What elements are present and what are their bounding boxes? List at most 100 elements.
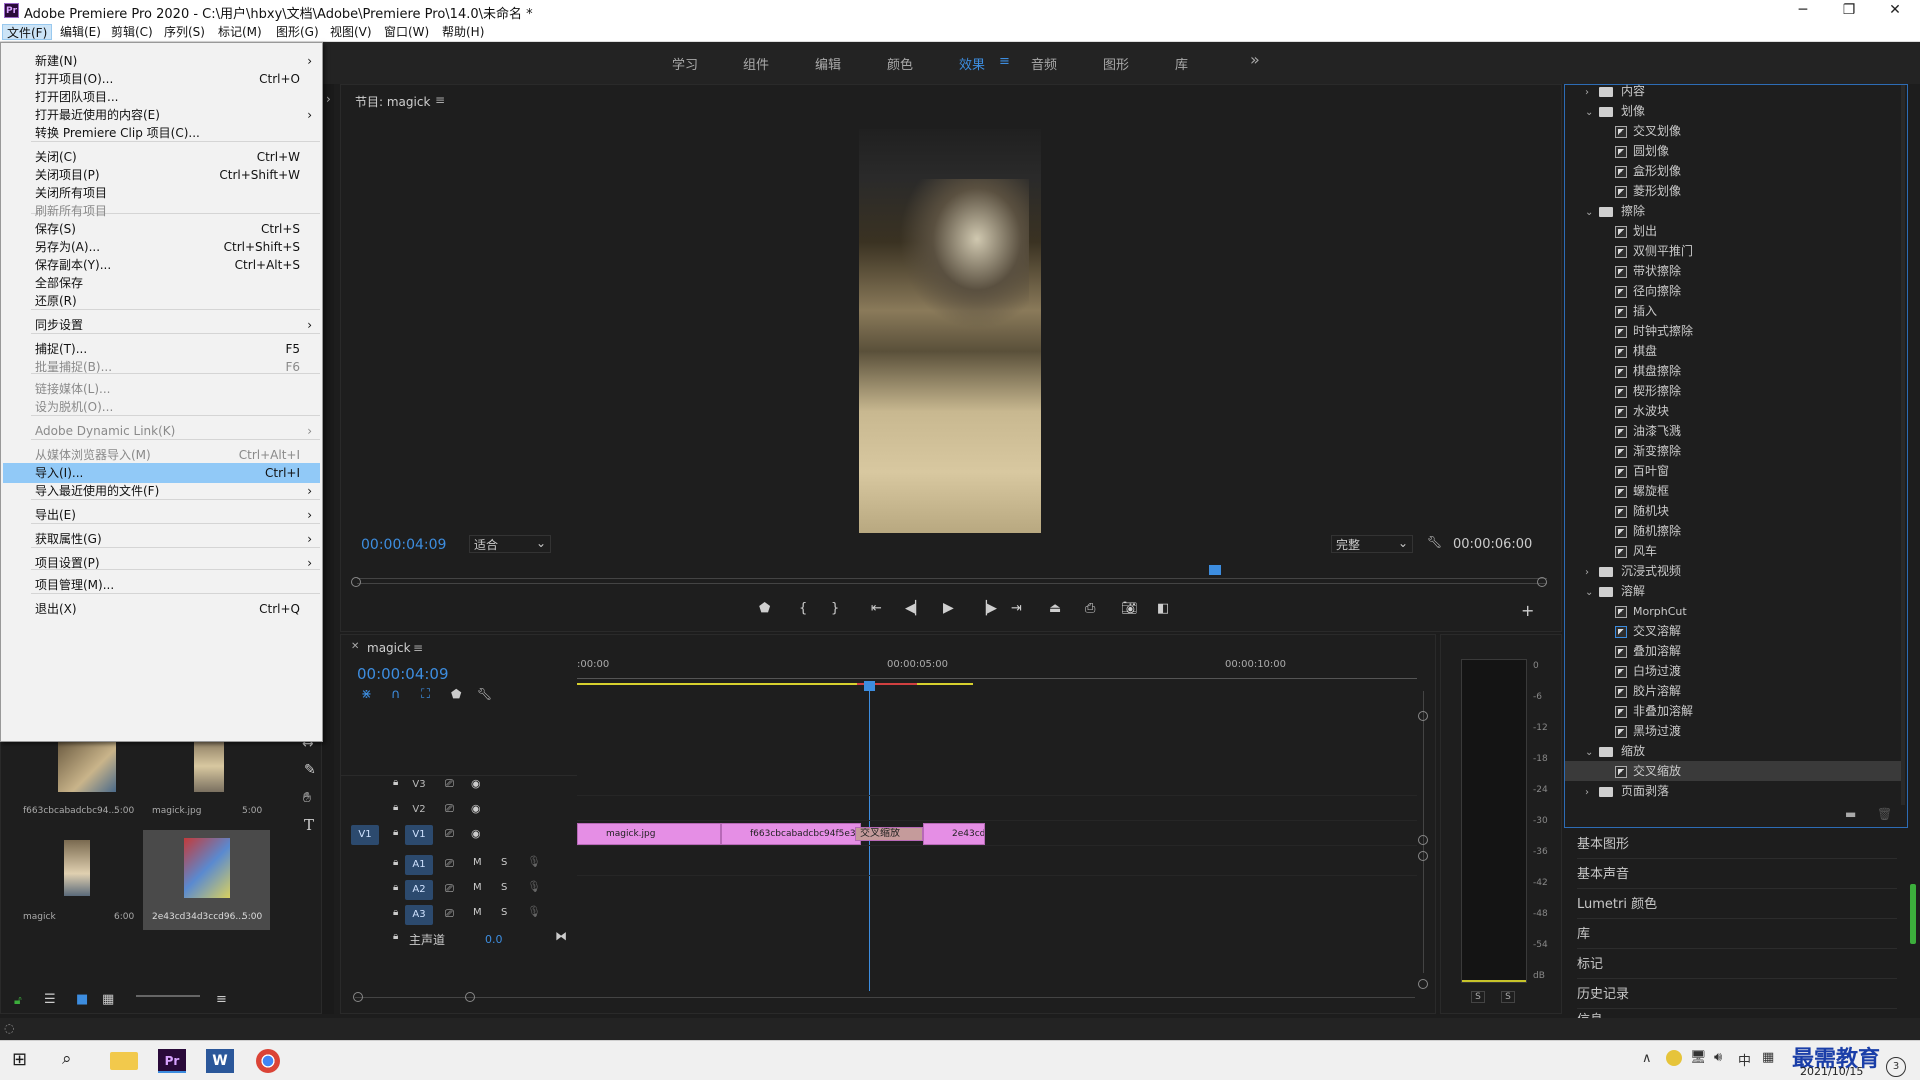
hand-tool-icon[interactable]: ✋︎	[303, 790, 311, 806]
chrome-taskbar-icon[interactable]	[256, 1049, 280, 1073]
notification-icon[interactable]: 3	[1886, 1057, 1906, 1077]
compare-view-icon[interactable]: ◧	[1157, 601, 1169, 616]
snap-icon[interactable]: ∩	[391, 687, 401, 702]
file-menu-item[interactable]: 获取属性(G) ›	[3, 529, 320, 549]
menu-marker[interactable]: 标记(M)	[214, 24, 266, 40]
premiere-taskbar-icon[interactable]: Pr	[158, 1049, 186, 1073]
track-lock-icon[interactable]: 🔒︎	[393, 827, 398, 838]
panel-markers[interactable]: 标记	[1577, 950, 1897, 979]
chevron-down-icon[interactable]: ⌄	[1585, 743, 1599, 763]
file-menu-item[interactable]: 导入最近使用的文件(F) ›	[3, 481, 320, 501]
track-lock-icon[interactable]: 🔒︎	[393, 857, 398, 868]
file-menu-item[interactable]: 打开项目(O)... Ctrl+O	[3, 69, 320, 89]
resolution-select[interactable]: 完整 ⌄	[1331, 535, 1413, 553]
bin-thumbnail[interactable]	[58, 740, 116, 792]
menu-clip[interactable]: 剪辑(C)	[107, 24, 157, 40]
panel-menu-icon[interactable]: ≡	[413, 641, 423, 655]
close-icon[interactable]: ✕	[1872, 0, 1918, 22]
effects-folder[interactable]: › 沉浸式视频	[1565, 561, 1901, 581]
chevron-right-icon[interactable]: ›	[1585, 83, 1599, 103]
delete-icon[interactable]: 🗑︎	[1877, 807, 1892, 821]
effects-folder[interactable]: ⌄ 划像	[1565, 101, 1901, 121]
file-menu-item[interactable]: 打开最近使用的内容(E) ›	[3, 105, 320, 125]
scroll-handle-right[interactable]	[1537, 577, 1547, 587]
menu-file[interactable]: 文件(F)	[2, 24, 53, 40]
panel-history[interactable]: 历史记录	[1577, 980, 1897, 1009]
effects-folder[interactable]: › 内容	[1565, 81, 1901, 101]
track-label-v3[interactable]: V3	[405, 775, 433, 795]
effect-item[interactable]: 螺旋框	[1565, 481, 1901, 501]
solo-right-button[interactable]: S	[1501, 991, 1515, 1003]
track-lock-icon[interactable]: 🔒︎	[393, 882, 398, 893]
effect-item[interactable]: 交叉溶解	[1565, 621, 1901, 641]
effects-scrollbar[interactable]	[1901, 85, 1905, 805]
track-label-a1[interactable]: A1	[405, 855, 433, 875]
transition-cross-zoom[interactable]: 交叉缩放	[855, 827, 923, 841]
track-lock-icon[interactable]: 🔒︎	[393, 802, 398, 813]
add-marker-icon[interactable]: ⬟	[451, 687, 461, 701]
vertical-scrollbar[interactable]	[1423, 691, 1424, 973]
lift-icon[interactable]: ⏏	[1049, 601, 1061, 616]
effect-item[interactable]: 划出	[1565, 221, 1901, 241]
file-menu-item[interactable]: 捕捉(T)... F5	[3, 339, 320, 359]
add-marker-icon[interactable]: ⬟	[759, 601, 770, 616]
effects-folder[interactable]: ⌄ 溶解	[1565, 581, 1901, 601]
file-menu-item[interactable]: 保存(S) Ctrl+S	[3, 219, 320, 239]
zoom-scrollbar[interactable]	[357, 583, 1547, 584]
file-menu-item[interactable]: 保存副本(Y)... Ctrl+Alt+S	[3, 255, 320, 275]
effect-item[interactable]: 圆划像	[1565, 141, 1901, 161]
nest-icon[interactable]: ⋇	[361, 687, 372, 702]
menu-edit[interactable]: 编辑(E)	[56, 24, 105, 40]
effect-item[interactable]: 交叉划像	[1565, 121, 1901, 141]
file-menu-item[interactable]: 转换 Premiere Clip 项目(C)...	[3, 123, 320, 143]
playhead-marker[interactable]	[1209, 565, 1221, 575]
list-view-icon[interactable]: ☰	[44, 992, 56, 1007]
mute-button[interactable]: M	[473, 882, 482, 893]
toggle-sync-icon[interactable]: ⎚	[445, 882, 454, 896]
scroll-handle-left[interactable]	[351, 577, 361, 587]
voiceover-mic-icon[interactable]: 🎙︎	[527, 905, 541, 918]
new-bin-icon[interactable]: ▬	[1845, 807, 1856, 821]
menu-help[interactable]: 帮助(H)	[438, 24, 488, 40]
linked-selection-icon[interactable]: ⛶	[421, 687, 430, 702]
menu-view[interactable]: 视图(V)	[326, 24, 376, 40]
track-lock-icon[interactable]: 🔒︎	[393, 907, 398, 918]
extract-icon[interactable]: ⎙	[1085, 601, 1095, 616]
mark-out-icon[interactable]: }	[831, 601, 839, 616]
master-volume-value[interactable]: 0.0	[485, 933, 503, 946]
playhead-handle[interactable]	[864, 681, 875, 691]
effect-item[interactable]: 带状擦除	[1565, 261, 1901, 281]
track-lock-icon[interactable]: 🔒︎	[393, 931, 398, 942]
workspace-graphics[interactable]: 图形	[1103, 54, 1129, 73]
toggle-sync-icon[interactable]: ⎚	[445, 907, 454, 921]
panel-libraries[interactable]: 库	[1577, 920, 1897, 949]
time-ruler[interactable]	[357, 571, 1547, 579]
tray-app-icon[interactable]	[1666, 1050, 1682, 1066]
zoom-slider[interactable]	[136, 995, 200, 997]
effect-item[interactable]: 风车	[1565, 541, 1901, 561]
file-menu-item[interactable]: 另存为(A)... Ctrl+Shift+S	[3, 237, 320, 257]
file-menu-item[interactable]: 项目设置(P) ›	[3, 553, 320, 573]
timeline-ruler[interactable]	[577, 673, 1417, 679]
step-back-icon[interactable]: ◀▏	[905, 601, 925, 616]
mute-button[interactable]: M	[473, 857, 482, 868]
chevron-down-icon[interactable]: ⌄	[1585, 103, 1599, 123]
effect-item[interactable]: 黑场过渡	[1565, 721, 1901, 741]
network-icon[interactable]: 🖥︎	[1690, 1050, 1707, 1065]
effects-folder[interactable]: › 页面剥落	[1565, 781, 1901, 801]
pen-tool-icon[interactable]: ✎	[304, 762, 316, 778]
effect-item[interactable]: 楔形擦除	[1565, 381, 1901, 401]
chevron-down-icon[interactable]: ⌄	[1585, 203, 1599, 223]
toggle-sync-icon[interactable]: ⎚	[445, 857, 454, 871]
scroll-handle[interactable]	[1418, 851, 1428, 861]
timeline-tab[interactable]: magick	[367, 641, 411, 655]
ime-indicator[interactable]: 中	[1738, 1050, 1751, 1069]
icon-view-icon[interactable]: ■	[76, 992, 88, 1007]
windows-start-icon[interactable]: ⊞	[12, 1049, 40, 1073]
zoom-select[interactable]: 适合 ⌄	[469, 535, 551, 553]
file-menu-item[interactable]: 还原(R)	[3, 291, 320, 311]
effect-item[interactable]: 棋盘擦除	[1565, 361, 1901, 381]
timeline-clip[interactable]: magick.jpg	[577, 823, 721, 845]
file-menu-item[interactable]: 项目管理(M)...	[3, 575, 320, 595]
type-tool-icon[interactable]: T	[304, 816, 314, 834]
